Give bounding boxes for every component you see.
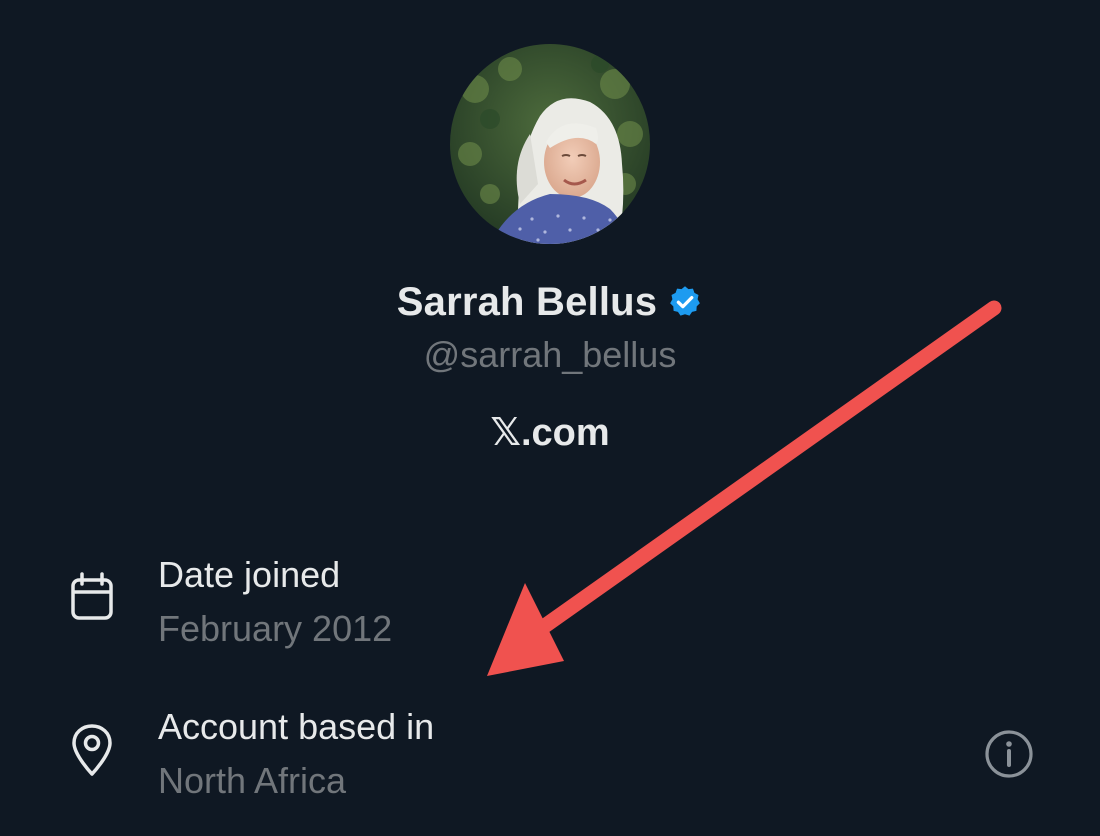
verified-badge-icon[interactable] [667,284,703,320]
username-handle: @sarrah_bellus [423,334,677,375]
date-joined-label: Date joined [158,554,341,595]
display-name: Sarrah Bellus [396,279,658,324]
avatar[interactable] [450,44,650,244]
date-joined-value: February 2012 [158,608,393,649]
avatar-photo [450,44,650,244]
account-based-label: Account based in [158,706,435,747]
calendar-icon [71,572,113,620]
website-link[interactable]: 𝕏.com [0,410,1100,455]
profile-name-row: Sarrah Bellus [0,276,1100,328]
account-based-value: North Africa [158,760,347,801]
info-icon[interactable] [983,728,1035,780]
location-pin-icon [72,724,112,776]
